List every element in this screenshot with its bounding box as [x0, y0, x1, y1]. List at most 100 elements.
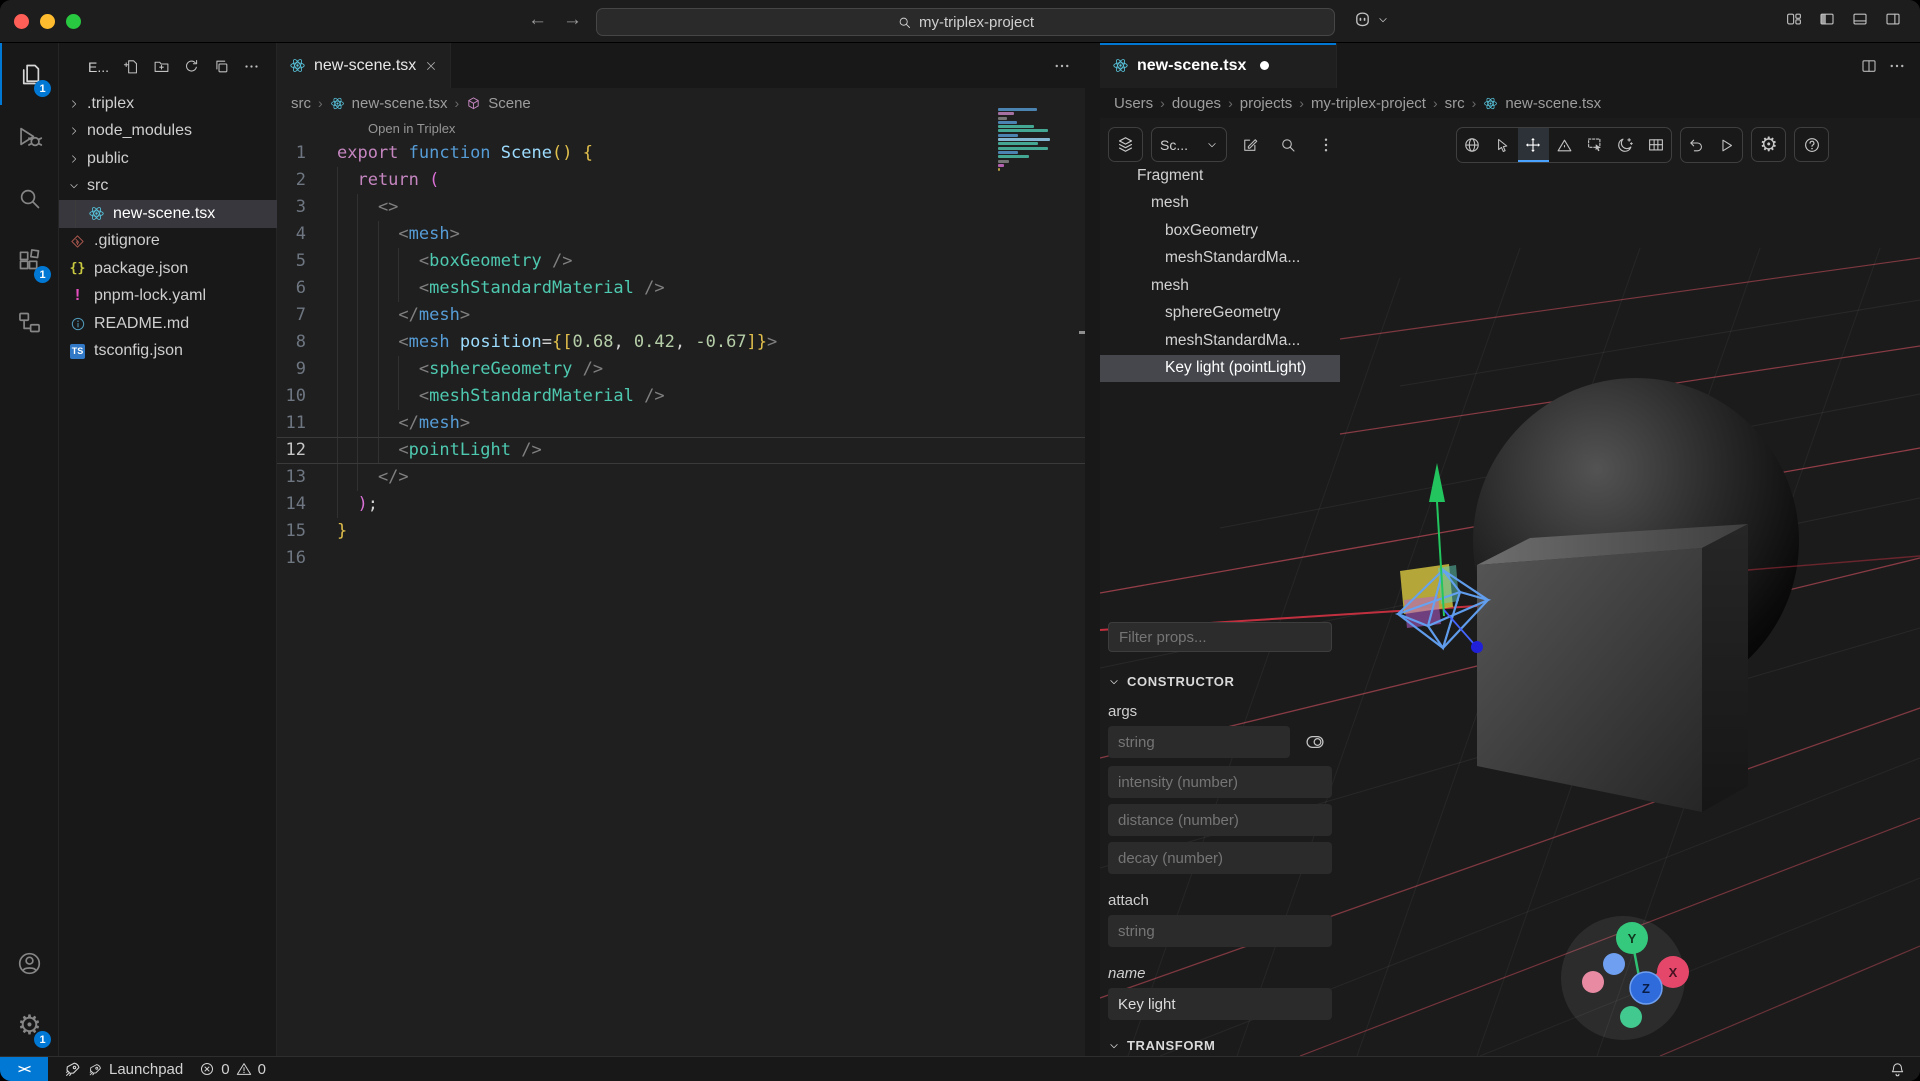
translate-tool-button[interactable]: [1518, 128, 1549, 162]
scene-search-button[interactable]: [1273, 127, 1303, 162]
scene-tree-item-Fragment[interactable]: Fragment: [1100, 162, 1340, 190]
code-line-13[interactable]: 13</>: [277, 464, 1085, 491]
triplex-crumb-0[interactable]: Users: [1114, 95, 1153, 112]
copilot-menu[interactable]: [1352, 9, 1389, 30]
code-line-7[interactable]: 7</mesh>: [277, 302, 1085, 329]
toggle-sidebar-icon[interactable]: [1818, 10, 1836, 28]
filter-props-input[interactable]: [1108, 622, 1332, 652]
undo-button[interactable]: [1681, 128, 1712, 162]
tab-triplex-new-scene[interactable]: new-scene.tsx: [1100, 43, 1337, 88]
close-icon[interactable]: [424, 59, 438, 73]
command-center-search[interactable]: my-triplex-project: [596, 8, 1335, 36]
triplex-more-actions-icon[interactable]: [1888, 57, 1906, 75]
scene-tree-item-meshStandardMa-[interactable]: meshStandardMa...: [1100, 327, 1340, 355]
code-line-2[interactable]: 2return (: [277, 167, 1085, 194]
transform-section-header[interactable]: TRANSFORM: [1108, 1038, 1340, 1053]
scene-tree-item-mesh[interactable]: mesh: [1100, 272, 1340, 300]
notifications-bell[interactable]: [1889, 1057, 1906, 1081]
editor-more-actions-icon[interactable]: [1053, 57, 1071, 75]
code-line-15[interactable]: 15}: [277, 518, 1085, 545]
modified-dot-icon[interactable]: [1260, 61, 1269, 70]
scene-layers-button[interactable]: [1108, 127, 1143, 162]
open-in-triplex-codelens[interactable]: Open in Triplex: [277, 118, 1085, 140]
customize-layout-icon[interactable]: [1785, 10, 1803, 28]
breadcrumb[interactable]: src› new-scene.tsx› Scene: [277, 88, 1085, 118]
scene-tree-item-boxGeometry[interactable]: boxGeometry: [1100, 217, 1340, 245]
scene-tree-item-meshStandardMa-[interactable]: meshStandardMa...: [1100, 245, 1340, 273]
file-tree-item--gitignore[interactable]: .gitignore: [59, 228, 277, 256]
code-line-16[interactable]: 16: [277, 545, 1085, 572]
code-line-11[interactable]: 11</mesh>: [277, 410, 1085, 437]
scale-tool-button[interactable]: [1549, 128, 1580, 162]
constructor-section-header[interactable]: CONSTRUCTOR: [1108, 674, 1340, 689]
triplex-crumb-1[interactable]: douges: [1172, 95, 1221, 112]
file-tree-item-src[interactable]: src: [59, 173, 277, 201]
breadcrumb-src[interactable]: src: [291, 95, 311, 112]
file-tree-item-node-modules[interactable]: node_modules: [59, 118, 277, 146]
new-folder-icon[interactable]: [153, 58, 170, 75]
triplex-crumb-5[interactable]: new-scene.tsx: [1505, 95, 1601, 112]
open-in-editor-button[interactable]: [1235, 127, 1265, 162]
sidebar-item-remote-explorer[interactable]: [0, 291, 59, 353]
triplex-breadcrumb[interactable]: Users›douges›projects›my-triplex-project…: [1100, 88, 1920, 118]
code-area[interactable]: Open in Triplex 1export function Scene()…: [277, 118, 1085, 1056]
triplex-crumb-2[interactable]: projects: [1240, 95, 1293, 112]
zoom-window-button[interactable]: [66, 14, 81, 29]
code-line-3[interactable]: 3<>: [277, 194, 1085, 221]
arg-distance-input[interactable]: [1108, 804, 1332, 836]
scene-tree-item-Key-light-pointLight-[interactable]: Key light (pointLight): [1100, 355, 1340, 383]
code-line-8[interactable]: 8<mesh position={[0.68, 0.42, -0.67]}>: [277, 329, 1085, 356]
split-editor-icon[interactable]: [1860, 57, 1878, 75]
sidebar-item-extensions[interactable]: 1: [0, 229, 59, 291]
file-tree-item--triplex[interactable]: .triplex: [59, 90, 277, 118]
lighting-toggle-button[interactable]: [1610, 128, 1641, 162]
back-arrow-icon[interactable]: ←: [528, 9, 547, 31]
accounts-button[interactable]: [0, 932, 59, 994]
toggle-secondary-sidebar-icon[interactable]: [1884, 10, 1902, 28]
minimize-window-button[interactable]: [40, 14, 55, 29]
code-line-12[interactable]: 12<pointLight />: [277, 437, 1085, 464]
editor-splitter[interactable]: [1085, 43, 1100, 1056]
breadcrumb-file[interactable]: new-scene.tsx: [352, 95, 448, 112]
sidebar-item-explorer[interactable]: 1: [0, 43, 59, 105]
forward-arrow-icon[interactable]: →: [563, 9, 582, 31]
scene-viewport[interactable]: Y X Z Sc...: [1100, 118, 1920, 1056]
file-tree-item-tsconfig-json[interactable]: TStsconfig.json: [59, 338, 277, 366]
toggle-panel-icon[interactable]: [1851, 10, 1869, 28]
attach-input[interactable]: [1108, 915, 1332, 947]
file-tree-item-new-scene-tsx[interactable]: new-scene.tsx: [59, 200, 277, 228]
toggle-icon[interactable]: [1302, 732, 1328, 752]
arg-decay-input[interactable]: [1108, 842, 1332, 874]
code-line-14[interactable]: 14);: [277, 491, 1085, 518]
more-actions-icon[interactable]: [243, 58, 260, 75]
camera-view-button[interactable]: [1641, 128, 1672, 162]
play-button[interactable]: [1712, 128, 1743, 162]
scene-select-dropdown[interactable]: Sc...: [1151, 127, 1227, 162]
breadcrumb-symbol[interactable]: Scene: [488, 95, 531, 112]
sidebar-item-run-debug[interactable]: [0, 105, 59, 167]
problems-item[interactable]: 0 0: [199, 1061, 266, 1078]
refresh-icon[interactable]: [183, 58, 200, 75]
code-line-5[interactable]: 5<boxGeometry />: [277, 248, 1085, 275]
file-tree-item-public[interactable]: public: [59, 145, 277, 173]
help-button[interactable]: [1794, 127, 1829, 162]
file-tree-item-package-json[interactable]: {}package.json: [59, 255, 277, 283]
remote-indicator[interactable]: ><: [0, 1057, 48, 1081]
launchpad-item[interactable]: Launchpad: [64, 1060, 183, 1078]
triplex-crumb-4[interactable]: src: [1445, 95, 1465, 112]
collapse-folders-icon[interactable]: [213, 58, 230, 75]
minimap[interactable]: [998, 108, 1053, 175]
code-line-1[interactable]: 1export function Scene() {: [277, 140, 1085, 167]
code-line-6[interactable]: 6<meshStandardMaterial />: [277, 275, 1085, 302]
tab-new-scene[interactable]: new-scene.tsx: [277, 43, 451, 88]
code-line-9[interactable]: 9<sphereGeometry />: [277, 356, 1085, 383]
code-line-10[interactable]: 10<meshStandardMaterial />: [277, 383, 1085, 410]
world-tool-button[interactable]: [1457, 128, 1488, 162]
settings-button[interactable]: ⚙: [1751, 127, 1786, 162]
code-line-4[interactable]: 4<mesh>: [277, 221, 1085, 248]
scene-tree-item-mesh[interactable]: mesh: [1100, 190, 1340, 218]
scene-tree-item-sphereGeometry[interactable]: sphereGeometry: [1100, 300, 1340, 328]
sidebar-item-search[interactable]: [0, 167, 59, 229]
arg-intensity-input[interactable]: [1108, 766, 1332, 798]
arg-string-input[interactable]: [1108, 726, 1290, 758]
